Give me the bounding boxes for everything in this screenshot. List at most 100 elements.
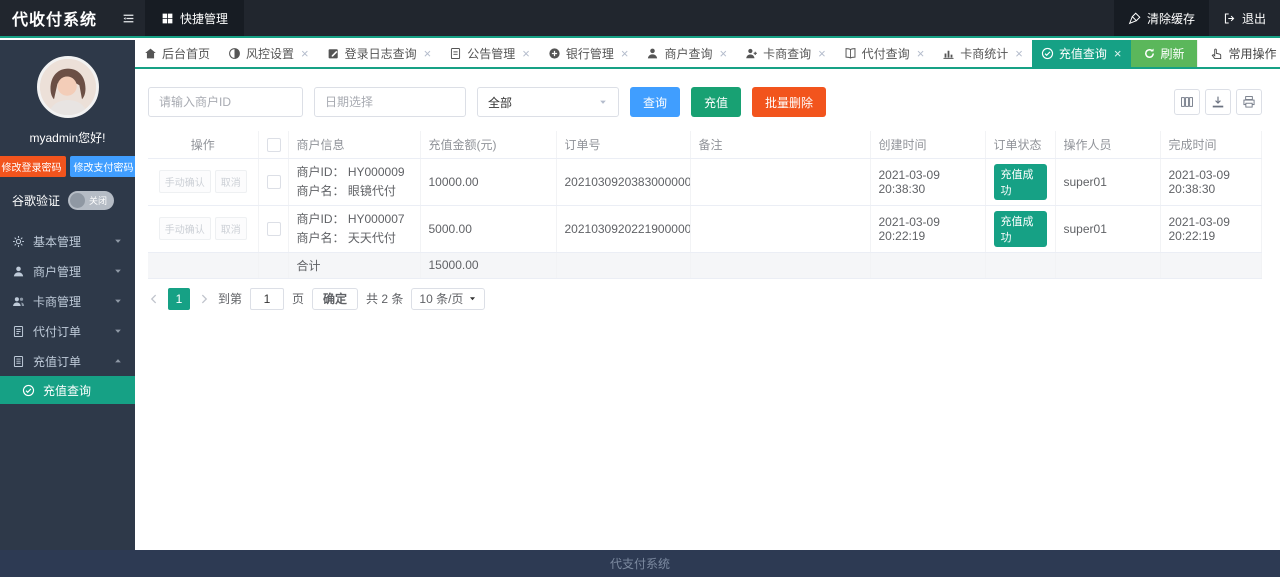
half-circle-icon [228,47,241,60]
sidebar-toggle-icon[interactable] [112,0,145,36]
tab-bar: 后台首页 风控设置 × 登录日志查询 × 公告管理 × 银行管理 × 商户查询 … [135,40,1280,69]
chevron-down-icon [113,326,123,336]
sidebar-item-recharge-orders[interactable]: 充值订单 [0,346,135,376]
tab-bank-management[interactable]: 银行管理 × [539,40,638,67]
remark-cell [690,205,871,253]
prev-page-icon[interactable] [148,293,160,305]
close-tab-icon[interactable]: × [917,47,925,60]
goto-confirm-button[interactable]: 确定 [312,287,359,310]
goto-label: 到第 [218,292,243,306]
broom-icon [1128,12,1141,25]
tab-home[interactable]: 后台首页 [135,40,219,67]
app-title: 代收付系统 [12,12,98,29]
orders-table: 操作 商户信息 充值金额(元) 订单号 备注 创建时间 订单状态 操作人员 完成… [135,117,1280,279]
tab-label: 卡商统计 [960,47,1009,61]
sidebar-item-pay-orders[interactable]: 代付订单 [0,316,135,346]
tab-notice-management[interactable]: 公告管理 × [440,40,539,67]
batch-delete-button[interactable]: 批量删除 [752,87,827,117]
amount-cell: 10000.00 [420,158,557,206]
close-tab-icon[interactable]: × [424,47,432,60]
chevron-down-icon [113,296,123,306]
table-row: 手动确认 取消 商户ID： HY000009 商户名： 眼镜代付 10000.0… [148,158,1262,206]
col-header-order-no: 订单号 [556,131,691,159]
sidebar-item-merchant-management[interactable]: 商户管理 [0,256,135,286]
tab-card-merchant-stats[interactable]: 卡商统计 × [933,40,1032,67]
common-operations-dropdown[interactable]: 常用操作 [1196,40,1280,67]
date-picker-input[interactable] [314,87,466,117]
grid-icon [161,12,174,25]
chevron-up-icon [113,356,123,366]
close-tab-icon[interactable]: × [301,47,309,60]
close-tab-icon[interactable]: × [621,47,629,60]
change-login-password-button[interactable]: 修改登录密码 [0,156,66,177]
export-button[interactable] [1205,89,1231,115]
status-badge: 充值成功 [993,210,1047,247]
top-bar: 代收付系统 快捷管理 清除缓存 退出 [0,0,1280,38]
export-icon [1211,95,1225,109]
merchant-id-input[interactable] [148,87,303,117]
chevron-down-icon [113,266,123,276]
tab-card-merchant-query[interactable]: 卡商查询 × [736,40,835,67]
close-tab-icon[interactable]: × [1114,47,1122,60]
sidebar-item-recharge-query[interactable]: 充值查询 [0,376,135,404]
google-auth-toggle[interactable]: 关闭 [68,191,115,210]
quick-manage-tab[interactable]: 快捷管理 [145,0,245,36]
page-number-button[interactable]: 1 [168,287,190,310]
tab-pay-query[interactable]: 代付查询 × [835,40,934,67]
user-plus-icon [745,47,758,60]
total-count-label: 共 2 条 [366,292,404,306]
change-pay-password-button[interactable]: 修改支付密码 [69,156,138,177]
logout-label: 退出 [1241,11,1266,26]
goto-page-input[interactable] [250,287,285,310]
print-button[interactable] [1236,89,1262,115]
cancel-button[interactable]: 取消 [214,217,247,240]
clear-cache-button[interactable]: 清除缓存 [1113,0,1209,36]
close-tab-icon[interactable]: × [818,47,826,60]
tab-login-log-query[interactable]: 登录日志查询 × [318,40,441,67]
tab-recharge-query[interactable]: 充值查询 × [1031,40,1131,67]
close-tab-icon[interactable]: × [522,47,530,60]
row-checkbox[interactable] [266,174,281,189]
user-icon [646,47,659,60]
merchant-name-text: 商户名： 天天代付 [296,230,396,245]
cancel-button[interactable]: 取消 [214,170,247,193]
search-button[interactable]: 查询 [630,87,681,117]
tab-label: 银行管理 [565,47,614,61]
operator-cell: super01 [1055,158,1161,206]
row-checkbox[interactable] [266,221,281,236]
recharge-button[interactable]: 充值 [691,87,742,117]
doc-edit-icon [12,325,25,338]
tab-risk-settings[interactable]: 风控设置 × [219,40,318,67]
select-all-checkbox[interactable] [266,137,281,152]
bar-chart-icon [942,47,955,60]
page-footer: 代支付系统 [0,550,1280,577]
remark-cell [690,158,871,206]
refresh-button[interactable]: 刷新 [1130,40,1197,67]
page-size-select[interactable]: 10 条/页 [411,287,486,310]
status-select[interactable]: 全部 [477,87,619,117]
tab-label: 风控设置 [246,47,295,61]
print-icon [1242,95,1256,109]
avatar[interactable] [36,56,99,118]
google-auth-label: 谷歌验证 [12,194,61,208]
tab-merchant-query[interactable]: 商户查询 × [637,40,736,67]
close-tab-icon[interactable]: × [1015,47,1023,60]
col-header-actions: 操作 [148,131,259,159]
operator-cell: super01 [1055,205,1161,253]
col-header-finished: 完成时间 [1160,131,1262,159]
sidebar-item-card-merchant-management[interactable]: 卡商管理 [0,286,135,316]
columns-icon [1180,95,1194,109]
sidebar-item-basic-management[interactable]: 基本管理 [0,226,135,256]
manual-confirm-button[interactable]: 手动确认 [158,217,211,240]
logout-button[interactable]: 退出 [1209,0,1280,36]
next-page-icon[interactable] [198,293,210,305]
toggle-knob-icon [70,193,86,208]
submenu-label: 充值查询 [43,383,92,398]
home-icon [144,47,157,60]
manual-confirm-button[interactable]: 手动确认 [158,170,211,193]
gear-icon [12,235,25,248]
sidebar-menu: 基本管理 商户管理 卡商管理 代付订单 充值订单 充值查询 [0,226,135,404]
columns-toggle-button[interactable] [1174,89,1200,115]
close-tab-icon[interactable]: × [719,47,727,60]
